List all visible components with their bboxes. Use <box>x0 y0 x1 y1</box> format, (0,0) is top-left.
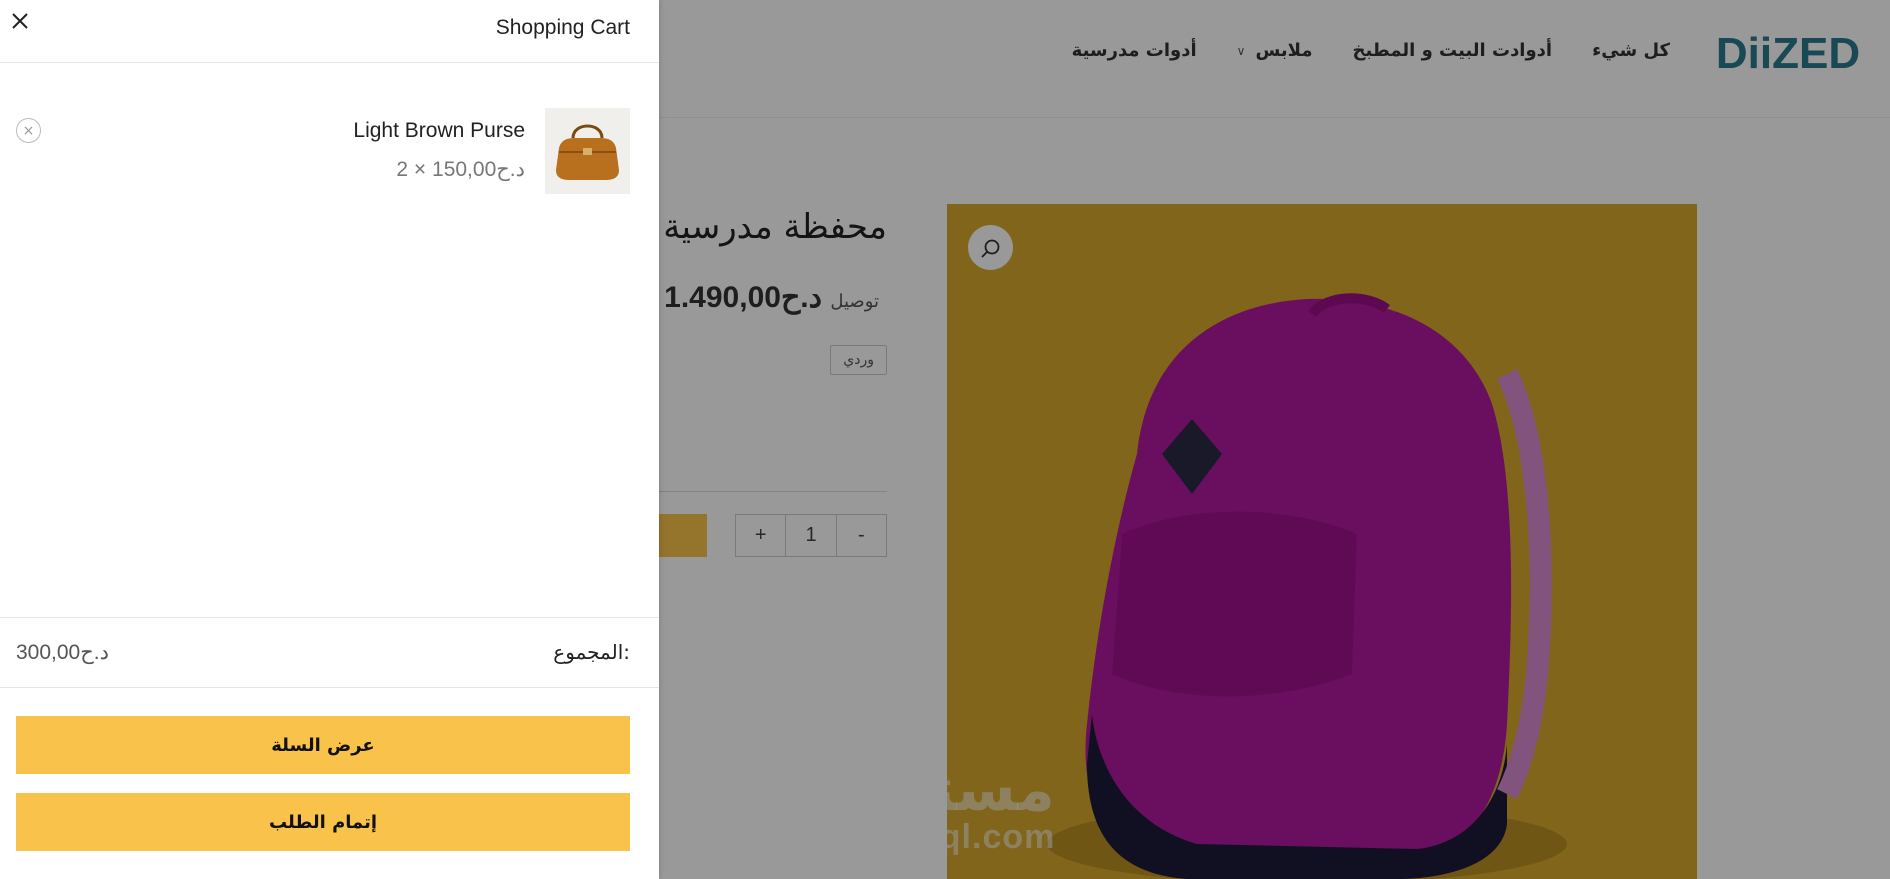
item-name[interactable]: Light Brown Purse <box>353 119 525 143</box>
view-cart-button[interactable]: عرض السلة <box>16 716 630 774</box>
cart-item: × Light Brown Purse 2 × د.ح150,00 <box>0 108 659 198</box>
subtotal-label: المجموع: <box>553 640 630 664</box>
subtotal-value: د.ح300,00 <box>16 641 109 664</box>
close-button[interactable] <box>8 9 32 33</box>
subtotal-row: المجموع: د.ح300,00 <box>0 617 659 688</box>
remove-icon: × <box>22 122 35 139</box>
close-icon <box>12 13 28 29</box>
item-qty-price: 2 × د.ح150,00 <box>396 158 525 181</box>
purse-image <box>545 108 630 194</box>
checkout-button[interactable]: إتمام الطلب <box>16 793 630 851</box>
remove-item-button[interactable]: × <box>16 118 41 143</box>
cart-header: Shopping Cart <box>0 0 659 63</box>
cart-title: Shopping Cart <box>495 16 630 39</box>
item-thumbnail[interactable] <box>545 108 630 194</box>
cart-drawer: Shopping Cart × Light Brown Purse 2 × د.… <box>0 0 659 879</box>
